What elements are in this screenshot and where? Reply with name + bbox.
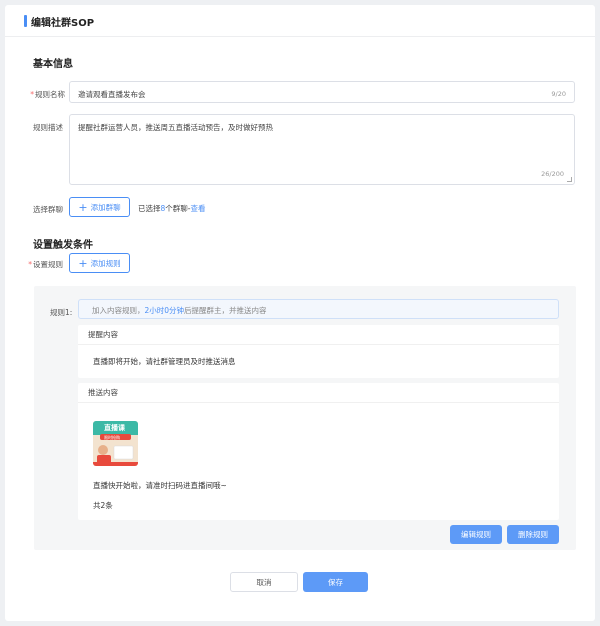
rule-1-suffix: 后提醒群主，并推送内容: [184, 306, 267, 315]
rule-desc-textarea[interactable]: 提醒社群运营人员，推送周五直播活动预告，及时做好预热 26/200: [69, 114, 575, 185]
set-rule-label-text: 设置规则: [33, 260, 63, 269]
rule-desc-label: 规则描述: [33, 123, 63, 132]
rule-1-label: 规则1:: [50, 308, 73, 317]
push-poster-thumbnail: 直播课 限时抢购: [93, 421, 138, 466]
add-group-button[interactable]: + 添加群聊: [69, 197, 130, 217]
push-content-title: 推送内容: [78, 383, 559, 403]
add-rule-button[interactable]: + 添加规则: [69, 253, 130, 273]
add-group-label: 添加群聊: [90, 202, 121, 212]
required-mark: *: [28, 260, 32, 269]
rule-1-condition-field[interactable]: 加入内容规则，2小时0分钟后提醒群主，并推送内容: [78, 299, 559, 319]
edit-rule-button[interactable]: 编辑规则: [450, 525, 502, 544]
remind-content-title: 提醒内容: [78, 325, 559, 345]
rule-name-input[interactable]: 邀请观看直播发布会 9/20: [69, 81, 575, 103]
push-content-card: 推送内容 直播课 限时抢购 直播快开始啦，请准时扫码进直播间哦~ 共2条: [78, 383, 559, 520]
rule-name-label: *规则名称: [5, 89, 65, 100]
push-content-text: 直播快开始啦，请准时扫码进直播间哦~: [93, 481, 227, 490]
remind-content-card: 提醒内容 直播即将开始，请社群管理员及时推送消息: [78, 325, 559, 378]
delete-rule-button[interactable]: 删除规则: [507, 525, 559, 544]
selected-groups-text: 已选择8个群聊-查看: [138, 203, 206, 214]
rule-panel: 规则1: 加入内容规则，2小时0分钟后提醒群主，并推送内容 提醒内容 直播即将开…: [34, 286, 576, 550]
required-mark: *: [30, 90, 34, 99]
select-group-label: 选择群聊: [33, 205, 63, 214]
resize-handle[interactable]: [567, 177, 572, 182]
rule-desc-value: 提醒社群运营人员，推送周五直播活动预告，及时做好预热: [78, 123, 273, 132]
set-rule-label: *设置规则: [3, 259, 63, 270]
page-header: 编辑社群SOP: [5, 5, 595, 37]
poster-tag: 限时抢购: [104, 435, 120, 440]
page-title: 编辑社群SOP: [31, 18, 95, 29]
push-content-total: 共2条: [93, 501, 113, 510]
trigger-section-title: 设置触发条件: [33, 240, 93, 251]
rule-1-time: 2小时0分钟: [144, 306, 185, 315]
remind-content-text: 直播即将开始，请社群管理员及时推送消息: [93, 357, 236, 366]
rule-1-prefix: 加入内容规则，: [92, 306, 145, 315]
save-button[interactable]: 保存: [303, 572, 368, 592]
rule-name-value: 邀请观看直播发布会: [78, 90, 146, 99]
sop-edit-page: 编辑社群SOP 基本信息 *规则名称 邀请观看直播发布会 9/20 规则描述 提…: [5, 5, 595, 621]
poster-title: 直播课: [104, 424, 125, 432]
plus-icon: +: [78, 256, 88, 270]
add-rule-label: 添加规则: [90, 258, 121, 268]
view-groups-link[interactable]: 查看: [191, 204, 206, 213]
selected-suffix: 个群聊-: [165, 204, 191, 213]
rule-name-label-text: 规则名称: [35, 90, 65, 99]
plus-icon: +: [78, 200, 88, 214]
rule-name-count: 9/20: [551, 90, 566, 98]
rule-desc-count: 26/200: [541, 170, 564, 178]
rule-1-condition-text: 加入内容规则，2小时0分钟后提醒群主，并推送内容: [92, 305, 267, 316]
basic-info-title: 基本信息: [33, 59, 73, 70]
selected-prefix: 已选择: [138, 204, 161, 213]
title-accent-bar: [24, 15, 27, 27]
cancel-button[interactable]: 取消: [230, 572, 298, 592]
